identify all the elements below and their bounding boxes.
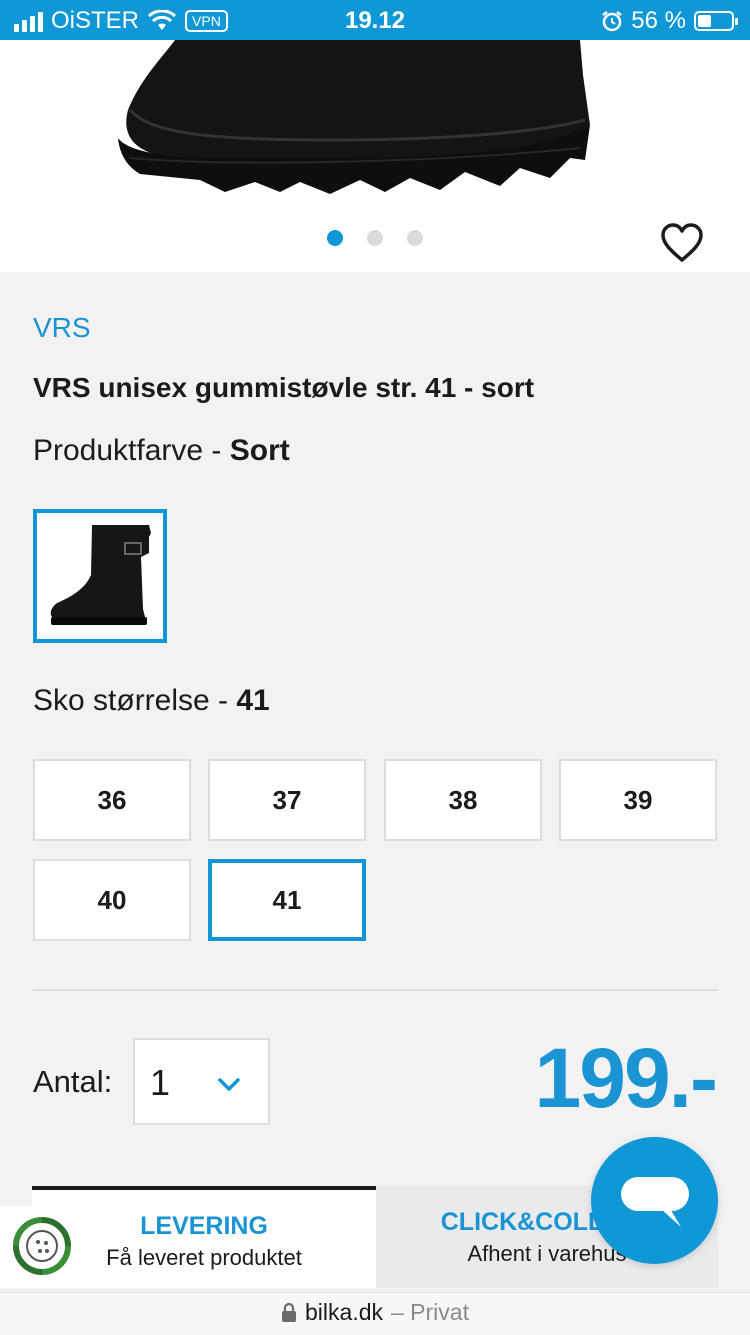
boot-thumbnail xyxy=(50,525,151,625)
carousel-dot[interactable] xyxy=(327,230,343,246)
chat-button[interactable] xyxy=(591,1137,718,1264)
size-option-36[interactable]: 36 xyxy=(33,759,191,841)
eco-badge-icon xyxy=(13,1217,71,1275)
product-image xyxy=(118,40,590,194)
lock-icon xyxy=(282,1302,297,1322)
carousel-dots xyxy=(0,230,750,246)
chat-icon xyxy=(621,1177,689,1227)
color-label-text: Produktfarve - xyxy=(33,434,230,467)
size-option-40[interactable]: 40 xyxy=(33,859,191,941)
private-mode-label: – Privat xyxy=(391,1299,469,1325)
product-price: 199.- xyxy=(534,1031,718,1125)
size-option-41[interactable]: 41 xyxy=(208,859,366,941)
size-label: Sko størrelse - 41 xyxy=(33,684,270,718)
product-image-carousel[interactable] xyxy=(0,40,750,272)
battery-percent: 56 % xyxy=(631,7,686,34)
brand-link[interactable]: VRS xyxy=(33,312,91,344)
quantity-select[interactable]: 1 xyxy=(133,1038,270,1125)
chevron-down-icon xyxy=(218,1078,240,1091)
quantity-value: 1 xyxy=(150,1062,171,1103)
color-swatch[interactable] xyxy=(33,509,167,643)
color-label: Produktfarve - Sort xyxy=(33,434,290,468)
size-option-38[interactable]: 38 xyxy=(384,759,542,841)
size-value: 41 xyxy=(236,684,270,717)
size-option-39[interactable]: 39 xyxy=(559,759,717,841)
carousel-dot[interactable] xyxy=(407,230,423,246)
size-option-37[interactable]: 37 xyxy=(208,759,366,841)
status-bar: OiSTER VPN 19.12 56 % xyxy=(0,0,750,40)
size-label-text: Sko størrelse - xyxy=(33,684,237,717)
alarm-icon xyxy=(602,11,623,32)
url-domain: bilka.dk xyxy=(305,1299,383,1325)
color-value: Sort xyxy=(229,434,290,467)
product-title: VRS unisex gummistøvle str. 41 - sort xyxy=(33,372,535,403)
carousel-dot[interactable] xyxy=(367,230,383,246)
eco-badge[interactable] xyxy=(0,1206,84,1288)
quantity-label: Antal: xyxy=(33,1064,113,1099)
battery-icon xyxy=(694,11,738,31)
browser-url-bar[interactable]: bilka.dk – Privat xyxy=(0,1292,750,1335)
divider xyxy=(33,989,718,991)
